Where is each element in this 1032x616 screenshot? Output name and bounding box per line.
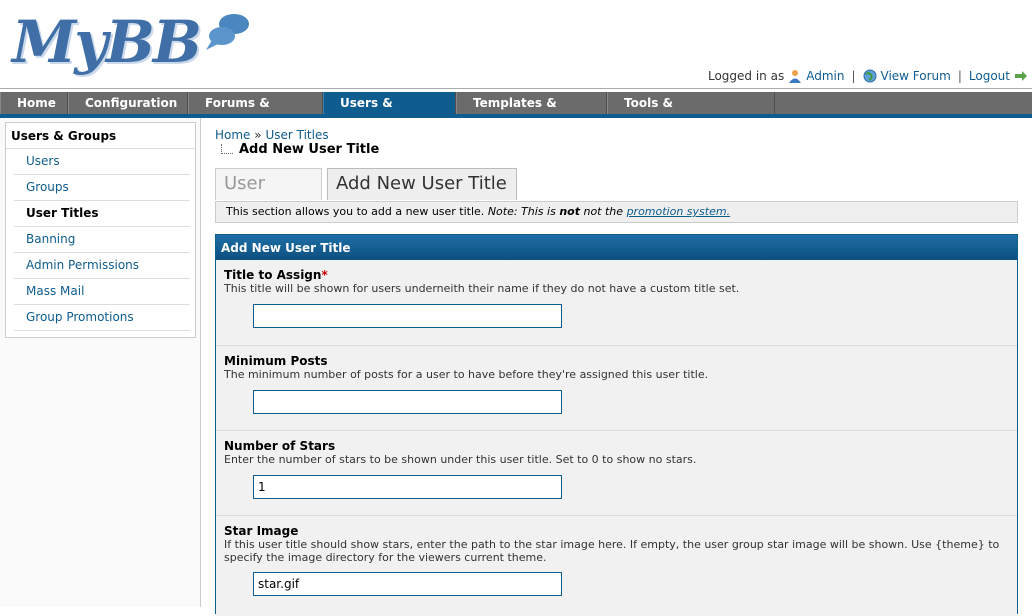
field-hint: This title will be shown for users under… — [224, 282, 740, 295]
header: MyBB Logged in as Admin | View Forum | L… — [0, 0, 1032, 92]
breadcrumb: Home » User Titles — [215, 128, 329, 142]
sidebar-menu: Users & Groups Users Groups User Titles … — [5, 122, 196, 338]
sidebar-item-banning[interactable]: Banning — [14, 227, 190, 253]
star-image-input[interactable] — [253, 572, 562, 596]
nav-users-groups[interactable]: Users & Groups — [323, 92, 456, 132]
sidebar-title: Users & Groups — [6, 123, 195, 149]
section-description: This section allows you to add a new use… — [215, 201, 1018, 223]
user-bar: Logged in as Admin | View Forum | Logout — [708, 69, 1028, 83]
field-star-image: Star Image If this user title should sho… — [216, 516, 1017, 616]
tree-connector — [221, 143, 233, 154]
field-hint: If this user title should show stars, en… — [224, 538, 1000, 564]
sidebar-item-groups[interactable]: Groups — [14, 175, 190, 201]
add-user-title-form: Add New User Title Title to Assign* This… — [215, 234, 1018, 616]
number-of-stars-input[interactable] — [253, 475, 562, 499]
breadcrumb-separator: » — [254, 128, 262, 142]
arrow-right-icon — [1015, 71, 1027, 81]
separator: | — [851, 69, 856, 83]
sidebar-item-users[interactable]: Users — [14, 149, 190, 175]
nav-forums-posts[interactable]: Forums & Posts — [188, 92, 323, 132]
nav-tools-maintenance[interactable]: Tools & Maintenance — [607, 92, 775, 132]
tab-add-new-user-title[interactable]: Add New User Title — [327, 168, 517, 200]
field-hint: The minimum number of posts for a user t… — [224, 368, 709, 381]
nav-templates-style[interactable]: Templates & Style — [456, 92, 607, 132]
field-title-to-assign: Title to Assign* This title will be show… — [216, 260, 1017, 346]
field-number-of-stars: Number of Stars Enter the number of star… — [216, 431, 1017, 516]
promotion-system-link[interactable]: promotion system. — [627, 205, 731, 218]
breadcrumb-home[interactable]: Home — [215, 128, 250, 142]
note-not-the: not the — [583, 205, 624, 218]
speech-bubble-icon — [206, 14, 249, 50]
page-title: Add New User Title — [239, 142, 380, 157]
sidebar-item-group-promotions[interactable]: Group Promotions — [14, 305, 190, 331]
nav-home[interactable]: Home — [0, 92, 68, 114]
separator: | — [957, 69, 962, 83]
field-label: Title to Assign* — [224, 268, 328, 282]
logo-text: MyBB — [12, 8, 202, 76]
nav-configuration[interactable]: Configuration — [68, 92, 188, 114]
user-icon — [789, 70, 802, 83]
header-divider — [0, 88, 1032, 89]
title-input[interactable] — [253, 304, 562, 328]
note-not: not — [559, 205, 580, 218]
note-prefix: Note: This is — [487, 205, 556, 218]
admin-link[interactable]: Admin — [806, 69, 844, 83]
sidebar: Users & Groups Users Groups User Titles … — [0, 118, 201, 607]
field-label: Star Image — [224, 524, 299, 538]
field-hint: Enter the number of stars to be shown un… — [224, 453, 697, 466]
field-minimum-posts: Minimum Posts The minimum number of post… — [216, 346, 1017, 431]
description-text: This section allows you to add a new use… — [226, 205, 485, 218]
field-label: Minimum Posts — [224, 354, 328, 368]
mybb-logo[interactable]: MyBB — [8, 6, 249, 80]
logged-in-label: Logged in as — [707, 69, 785, 83]
sidebar-item-admin-permissions[interactable]: Admin Permissions — [14, 253, 190, 279]
breadcrumb-user-titles[interactable]: User Titles — [265, 128, 328, 142]
main-nav: Home Configuration Forums & Posts Users … — [0, 92, 1032, 132]
globe-icon — [863, 69, 877, 83]
tab-user-titles[interactable]: User Titles — [215, 168, 322, 224]
sidebar-item-user-titles[interactable]: User Titles — [14, 201, 190, 227]
breadcrumb-current: Add New User Title — [215, 142, 379, 157]
view-forum-link[interactable]: View Forum — [881, 69, 951, 83]
logout-link[interactable]: Logout — [969, 69, 1010, 83]
minimum-posts-input[interactable] — [253, 390, 562, 414]
form-header: Add New User Title — [216, 235, 1017, 260]
field-label: Number of Stars — [224, 439, 336, 453]
sidebar-item-mass-mail[interactable]: Mass Mail — [14, 279, 190, 305]
required-marker: * — [321, 268, 328, 282]
